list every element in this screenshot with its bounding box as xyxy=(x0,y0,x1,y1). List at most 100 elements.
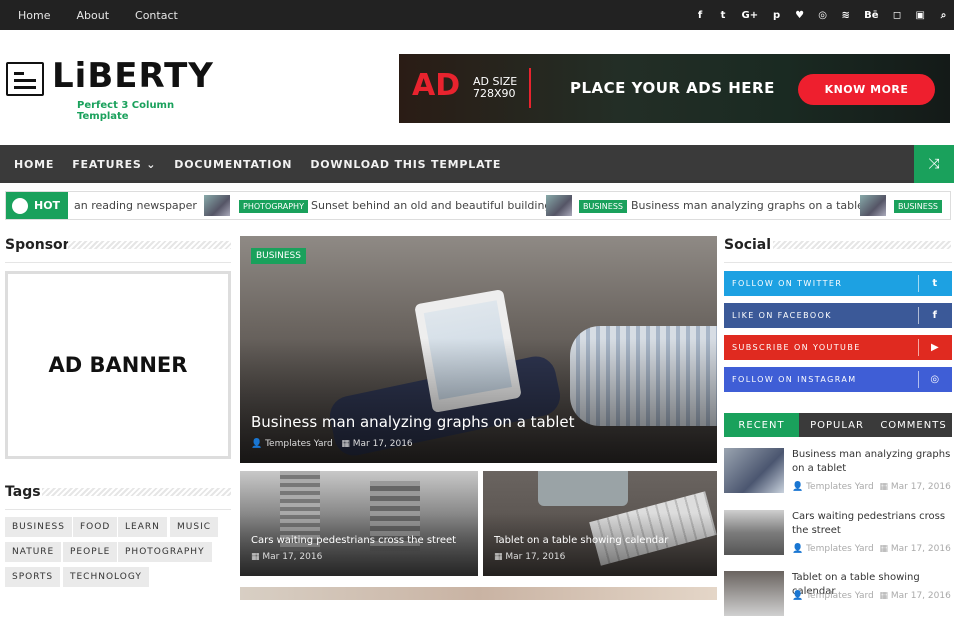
featured-title[interactable]: Business man analyzing graphs on a table… xyxy=(251,413,575,431)
tag-food[interactable]: FOOD xyxy=(73,517,118,537)
pinterest-icon[interactable]: p xyxy=(772,10,781,21)
site-logo[interactable]: LiBERTY Perfect 3 Column Template xyxy=(6,56,213,122)
post-meta: 👤 Templates Yard ▦ Mar 17, 2016 xyxy=(792,544,951,554)
post-card[interactable] xyxy=(240,587,717,600)
tab-comments[interactable]: COMMENTS xyxy=(875,413,952,437)
nav-items: HOME FEATURES ⌄ DOCUMENTATION DOWNLOAD T… xyxy=(14,145,501,183)
calendar-icon: ▦ xyxy=(251,552,260,562)
post-title[interactable]: Business man analyzing graphs on a table… xyxy=(792,448,952,476)
tag-learn[interactable]: LEARN xyxy=(118,517,167,537)
random-icon[interactable]: ▣ xyxy=(916,10,925,21)
google-plus-icon[interactable]: G+ xyxy=(742,10,759,21)
instagram-follow-button[interactable]: FOLLOW ON INSTAGRAM ◎ xyxy=(724,367,952,392)
twitter-icon: t xyxy=(918,275,952,292)
logo-subtitle: Perfect 3 Column Template xyxy=(77,100,175,122)
featured-author: Templates Yard xyxy=(265,439,333,449)
instagram-follow-label: FOLLOW ON INSTAGRAM xyxy=(732,375,857,384)
facebook-icon[interactable]: f xyxy=(696,10,705,21)
ticker-thumbnail xyxy=(860,195,886,216)
know-more-button[interactable]: KNOW MORE xyxy=(798,74,935,105)
list-item[interactable]: Cars waiting pedestrians cross the stree… xyxy=(724,510,952,562)
twitter-follow-label: FOLLOW ON TWITTER xyxy=(732,279,843,288)
tag-nature[interactable]: NATURE xyxy=(5,542,62,562)
header-ad-banner[interactable]: AD AD SIZE 728X90 PLACE YOUR ADS HERE KNO… xyxy=(399,54,950,123)
shuffle-icon[interactable]: ⤨ xyxy=(914,145,954,183)
tab-popular[interactable]: POPULAR xyxy=(799,413,875,437)
featured-label[interactable]: BUSINESS xyxy=(251,248,306,264)
search-icon[interactable]: ⌕ xyxy=(939,10,948,21)
tags-title: Tags xyxy=(5,484,41,500)
top-link-home[interactable]: Home xyxy=(18,9,50,22)
logo-title: LiBERTY xyxy=(52,56,214,96)
youtube-subscribe-label: SUBSCRIBE ON YOUTUBE xyxy=(732,343,861,352)
tag-business[interactable]: BUSINESS xyxy=(5,517,72,537)
tag-music[interactable]: MUSIC xyxy=(170,517,219,537)
hot-text: HOT xyxy=(34,199,61,212)
calendar-icon: ▦ xyxy=(341,439,350,449)
twitter-follow-button[interactable]: FOLLOW ON TWITTER t xyxy=(724,271,952,296)
nav-item-documentation[interactable]: DOCUMENTATION xyxy=(174,158,292,171)
ticker-label[interactable]: BUSINESS xyxy=(894,200,942,213)
ticker-label[interactable]: BUSINESS xyxy=(579,200,627,213)
nav-item-home[interactable]: HOME xyxy=(14,158,54,171)
instagram-icon: ◎ xyxy=(918,371,952,388)
twitter-icon[interactable]: t xyxy=(719,10,728,21)
top-social-icons: f t G+ p ♥ ◎ ≋ Bē ◻ ▣ ⌕ xyxy=(696,0,948,30)
dribbble-icon[interactable]: ◎ xyxy=(818,10,827,21)
list-item[interactable]: Business man analyzing graphs on a table… xyxy=(724,448,952,500)
calendar-icon: ▦ xyxy=(494,552,503,562)
nav-item-download[interactable]: DOWNLOAD THIS TEMPLATE xyxy=(310,158,501,171)
title-stripe xyxy=(42,488,231,496)
post-card[interactable]: Tablet on a table showing calendar ▦ Mar… xyxy=(483,471,717,576)
main-nav: HOME FEATURES ⌄ DOCUMENTATION DOWNLOAD T… xyxy=(0,145,954,183)
youtube-subscribe-button[interactable]: SUBSCRIBE ON YOUTUBE ▶ xyxy=(724,335,952,360)
ticker-item[interactable]: Business man analyzing graphs on a table… xyxy=(631,192,868,219)
featured-meta: 👤 Templates Yard ▦ Mar 17, 2016 xyxy=(251,439,413,449)
fire-icon xyxy=(12,197,28,214)
top-bar: Home About Contact f t G+ p ♥ ◎ ≋ Bē ◻ ▣… xyxy=(0,0,954,30)
divider xyxy=(724,262,952,263)
featured-post[interactable]: BUSINESS Business man analyzing graphs o… xyxy=(240,236,717,463)
post-date: ▦ Mar 17, 2016 xyxy=(494,552,566,562)
ticker-item[interactable]: an reading newspaper xyxy=(74,192,197,219)
behance-icon[interactable]: Bē xyxy=(864,10,878,21)
tag-sports[interactable]: SPORTS xyxy=(5,567,61,587)
facebook-icon: f xyxy=(918,307,952,324)
sponsor-title: Sponsor xyxy=(5,237,70,253)
calendar-icon: ▦ xyxy=(879,482,888,492)
post-title[interactable]: Cars waiting pedestrians cross the stree… xyxy=(792,510,952,538)
nav-item-features[interactable]: FEATURES ⌄ xyxy=(72,158,156,171)
facebook-like-button[interactable]: LIKE ON FACEBOOK f xyxy=(724,303,952,328)
post-date: ▦ Mar 17, 2016 xyxy=(251,552,323,562)
tag-technology[interactable]: TECHNOLOGY xyxy=(63,567,149,587)
ad-separator xyxy=(529,68,531,108)
user-icon: 👤 xyxy=(792,544,804,554)
tag-photography[interactable]: PHOTOGRAPHY xyxy=(118,542,212,562)
user-icon: 👤 xyxy=(792,482,804,492)
top-links: Home About Contact xyxy=(18,0,178,30)
ad-size-text: AD SIZE 728X90 xyxy=(473,76,517,100)
rss-icon[interactable]: ≋ xyxy=(841,10,850,21)
instagram-icon[interactable]: ◻ xyxy=(893,10,902,21)
calendar-icon: ▦ xyxy=(879,544,888,554)
heart-icon[interactable]: ♥ xyxy=(795,10,804,21)
title-stripe xyxy=(68,241,231,249)
divider xyxy=(5,262,231,263)
sidebar-ad-banner[interactable]: AD BANNER xyxy=(5,271,231,459)
ad-label: AD xyxy=(412,68,461,103)
divider xyxy=(5,509,231,510)
ticker-item[interactable]: Sunset behind an old and beautiful build… xyxy=(311,192,551,219)
ticker-thumbnail xyxy=(204,195,230,216)
tab-recent[interactable]: RECENT xyxy=(724,413,799,437)
tag-people[interactable]: PEOPLE xyxy=(63,542,118,562)
post-thumbnail xyxy=(724,510,784,555)
ticker-label[interactable]: PHOTOGRAPHY xyxy=(239,200,308,213)
post-title[interactable]: Tablet on a table showing calendar xyxy=(494,535,668,546)
post-card[interactable]: Cars waiting pedestrians cross the stree… xyxy=(240,471,478,576)
top-link-contact[interactable]: Contact xyxy=(135,9,178,22)
facebook-like-label: LIKE ON FACEBOOK xyxy=(732,311,832,320)
post-title[interactable]: Cars waiting pedestrians cross the stree… xyxy=(251,535,456,546)
list-item[interactable]: Tablet on a table showing calendar 👤 Tem… xyxy=(724,571,952,623)
ticker-thumbnail xyxy=(546,195,572,216)
top-link-about[interactable]: About xyxy=(76,9,109,22)
